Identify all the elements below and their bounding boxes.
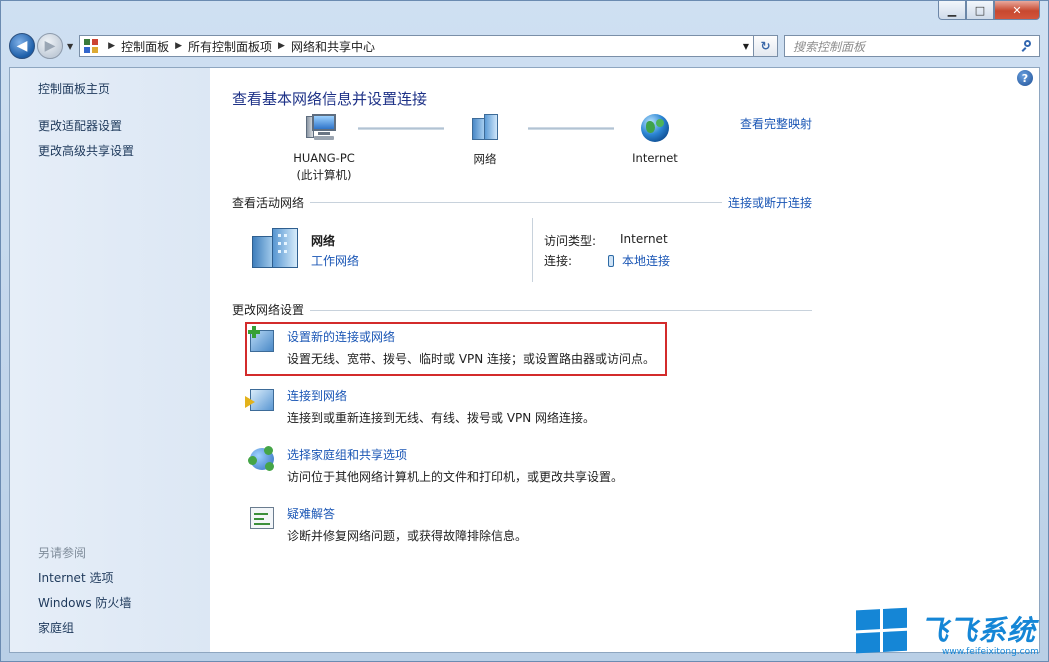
internet-label: Internet (632, 151, 678, 165)
watermark-name: 飞飞系统 (920, 614, 1037, 647)
connections-label: 连接: (544, 254, 573, 268)
address-dropdown-icon[interactable]: ▼ (743, 42, 749, 51)
page-title: 查看基本网络信息并设置连接 (232, 90, 428, 108)
vertical-divider (532, 218, 533, 282)
breadcrumb-all-items[interactable]: 所有控制面板项 (188, 38, 272, 55)
network-icon (470, 114, 500, 142)
windows-logo-icon (856, 607, 908, 655)
section-divider (310, 202, 722, 203)
help-icon[interactable]: ? (1017, 70, 1033, 86)
window-controls: ▁ □ ✕ (938, 1, 1040, 20)
ethernet-plug-icon (608, 254, 614, 267)
access-type-label: 访问类型: (544, 234, 597, 248)
map-node-internet[interactable]: Internet (625, 114, 685, 165)
task-title[interactable]: 设置新的连接或网络 (287, 328, 395, 345)
breadcrumb-network-center[interactable]: 网络和共享中心 (291, 38, 375, 55)
recent-pages-dropdown-icon[interactable]: ▼ (67, 42, 73, 51)
maximize-button[interactable]: □ (966, 1, 994, 20)
sidebar-item-homegroup[interactable]: 家庭组 (38, 619, 74, 636)
map-connector-2 (528, 127, 614, 130)
computer-name: HUANG-PC (293, 151, 355, 165)
forward-button[interactable]: ▶ (37, 33, 63, 59)
refresh-button[interactable]: ↻ (754, 35, 778, 57)
search-input[interactable]: 搜索控制面板 (784, 35, 1040, 57)
task-description: 连接到或重新连接到无线、有线、拨号或 VPN 网络连接。 (287, 411, 596, 425)
active-network-name: 网络 (311, 234, 336, 248)
see-also-heading: 另请参阅 (38, 546, 87, 560)
refresh-icon: ↻ (760, 39, 771, 53)
back-arrow-icon: ◀ (16, 38, 28, 54)
globe-icon (641, 114, 669, 142)
search-icon[interactable] (1021, 40, 1034, 52)
task-description: 设置无线、宽带、拨号、临时或 VPN 连接；或设置路由器或访问点。 (287, 352, 656, 366)
window: ▁ □ ✕ ◀ ▶ ▼ ▶ 控制面板 ▶ 所有控制面板项 ▶ 网络和共享中心 ▼ ↻… (0, 0, 1049, 662)
chevron-right-icon[interactable]: ▶ (108, 41, 115, 51)
view-full-map-link[interactable]: 查看完整映射 (740, 115, 812, 132)
new-connection-icon (248, 326, 274, 352)
change-settings-heading: 更改网络设置 (232, 303, 305, 317)
network-type-link[interactable]: 工作网络 (311, 252, 359, 269)
minimize-button[interactable]: ▁ (938, 1, 966, 20)
content-area: 控制面板主页 更改适配器设置 更改高级共享设置 另请参阅 Internet 选项… (9, 67, 1040, 653)
map-node-network[interactable]: 网络 (455, 114, 515, 167)
local-connection-link[interactable]: 本地连接 (608, 252, 671, 269)
access-type-value: Internet (620, 232, 668, 246)
troubleshoot-icon (250, 507, 274, 529)
task-title[interactable]: 选择家庭组和共享选项 (287, 446, 407, 463)
forward-arrow-icon: ▶ (44, 38, 56, 54)
computer-note: (此计算机) (296, 168, 352, 182)
task-description: 诊断并修复网络问题，或获得故障排除信息。 (287, 529, 528, 543)
chevron-right-icon[interactable]: ▶ (278, 41, 285, 51)
sidebar: 控制面板主页 更改适配器设置 更改高级共享设置 另请参阅 Internet 选项… (10, 68, 210, 652)
active-network-heading: 查看活动网络 (232, 196, 305, 210)
sidebar-item-adapter-settings[interactable]: 更改适配器设置 (38, 117, 122, 134)
search-placeholder: 搜索控制面板 (793, 39, 866, 54)
section-divider (310, 310, 812, 311)
connect-network-icon (245, 389, 274, 411)
navigation-bar: ◀ ▶ ▼ ▶ 控制面板 ▶ 所有控制面板项 ▶ 网络和共享中心 ▼ ↻ 搜索控制面… (9, 31, 1040, 61)
control-panel-icon (84, 39, 99, 53)
close-button[interactable]: ✕ (994, 1, 1040, 20)
sidebar-item-windows-firewall[interactable]: Windows 防火墙 (38, 594, 131, 611)
sidebar-item-control-panel-home[interactable]: 控制面板主页 (38, 80, 110, 97)
network-label: 网络 (473, 152, 497, 166)
homegroup-icon (248, 446, 274, 471)
task-description: 访问位于其他网络计算机上的文件和打印机，或更改共享设置。 (287, 470, 624, 484)
task-title[interactable]: 连接到网络 (287, 387, 347, 404)
local-connection-text: 本地连接 (622, 254, 671, 268)
map-node-computer[interactable]: HUANG-PC (此计算机) (282, 114, 366, 183)
main-panel: ? 查看基本网络信息并设置连接 查看完整映射 HUANG-PC (此计算机) 网… (210, 68, 1039, 652)
sidebar-item-advanced-sharing[interactable]: 更改高级共享设置 (38, 142, 134, 159)
watermark-url: www.feifeixitong.com (942, 647, 1039, 657)
connect-disconnect-link[interactable]: 连接或断开连接 (728, 194, 812, 211)
sidebar-item-internet-options[interactable]: Internet 选项 (38, 569, 113, 586)
address-bar[interactable]: ▶ 控制面板 ▶ 所有控制面板项 ▶ 网络和共享中心 ▼ (79, 35, 754, 57)
chevron-right-icon[interactable]: ▶ (175, 41, 182, 51)
active-network-icon (252, 228, 300, 268)
task-title[interactable]: 疑难解答 (287, 505, 335, 522)
map-connector-1 (358, 127, 444, 130)
computer-icon (306, 114, 340, 142)
breadcrumb-control-panel[interactable]: 控制面板 (121, 38, 169, 55)
watermark: 飞飞系统 www.feifeixitong.com (846, 601, 1048, 661)
back-button[interactable]: ◀ (9, 33, 35, 59)
